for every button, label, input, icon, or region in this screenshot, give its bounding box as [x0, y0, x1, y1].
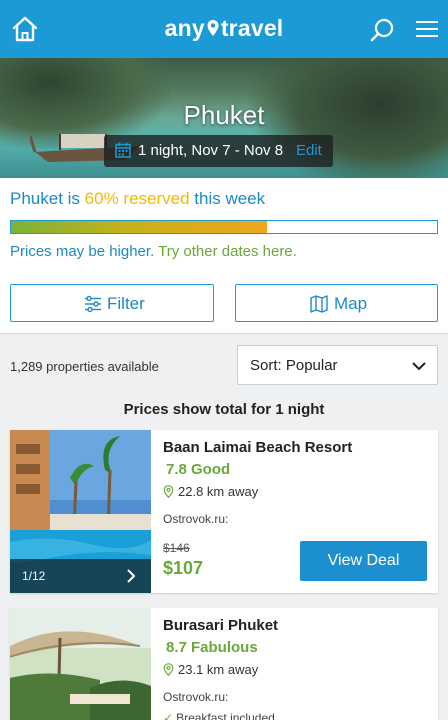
sort-label: Sort: Popular [250, 357, 338, 374]
perk-text: Breakfast included [176, 711, 275, 720]
logo-text-right: travel [220, 15, 284, 41]
reserved-headline: Phuket is 60% reserved this week [10, 189, 265, 209]
logo-text-left: any [164, 15, 205, 41]
listing-card[interactable]: Burasari Phuket 8.7 Fabulous 23.1 km awa… [10, 608, 438, 720]
listing-name[interactable]: Burasari Phuket [163, 617, 278, 634]
reserved-percent: 60% reserved [84, 189, 190, 208]
checkmark-icon: ✓ [163, 711, 174, 720]
top-bar: any travel [0, 0, 448, 58]
chevron-right-icon[interactable] [126, 569, 136, 583]
resort-umbrella-image [10, 608, 151, 720]
listing-rating: 7.8 Good [166, 461, 231, 478]
filter-label: Filter [107, 294, 145, 313]
reserved-progress-fill [11, 221, 267, 233]
view-deal-button[interactable]: View Deal [300, 541, 427, 581]
listing-old-price: $146 [163, 541, 190, 555]
location-pin-icon [207, 20, 219, 36]
search-icon[interactable] [370, 17, 396, 43]
listing-perk: ✓ Breakfast included [163, 711, 275, 720]
filter-button[interactable]: Filter [10, 284, 214, 322]
reserved-progress-bar [10, 220, 438, 234]
listing-provider: Ostrovok.ru: [163, 690, 229, 704]
date-selector[interactable]: 1 night, Nov 7 - Nov 8 Edit [104, 135, 333, 167]
map-icon [310, 295, 328, 313]
listing-provider: Ostrovok.ru: [163, 512, 229, 526]
listing-distance: 22.8 km away [163, 484, 258, 499]
chevron-down-icon [412, 362, 426, 371]
location-pin-outline-icon [163, 663, 174, 677]
reserved-suffix: this week [189, 189, 266, 208]
reserved-prefix: Phuket is [10, 189, 85, 208]
city-title: Phuket [183, 100, 265, 130]
price-hint-text: Prices may be higher. [10, 243, 159, 260]
calendar-icon [115, 142, 131, 158]
filter-sliders-icon [85, 295, 101, 313]
price-note: Prices show total for 1 night [123, 401, 325, 418]
price-hint: Prices may be higher. Try other dates he… [10, 243, 297, 260]
date-range-text: 1 night, Nov 7 - Nov 8 [138, 142, 284, 159]
distance-text: 23.1 km away [178, 662, 259, 677]
listing-name[interactable]: Baan Laimai Beach Resort [163, 439, 352, 456]
listing-card[interactable]: 1/12 Baan Laimai Beach Resort 7.8 Good 2… [10, 430, 438, 593]
location-pin-outline-icon [163, 485, 174, 499]
edit-dates-link[interactable]: Edit [296, 142, 322, 159]
distance-text: 22.8 km away [178, 484, 259, 499]
listing-price: $107 [163, 558, 204, 578]
sort-dropdown[interactable]: Sort: Popular [237, 345, 438, 385]
properties-count: 1,289 properties available [10, 359, 159, 374]
hamburger-menu-icon[interactable] [414, 18, 440, 40]
listing-distance: 23.1 km away [163, 662, 258, 677]
photo-counter: 1/12 [22, 569, 46, 583]
listing-photo[interactable] [10, 608, 151, 720]
map-button[interactable]: Map [235, 284, 438, 322]
map-label: Map [334, 294, 368, 313]
listing-rating: 8.7 Fabulous [166, 639, 258, 656]
photo-counter-bar: 1/12 [10, 559, 151, 593]
other-dates-link[interactable]: Try other dates here. [158, 243, 297, 260]
